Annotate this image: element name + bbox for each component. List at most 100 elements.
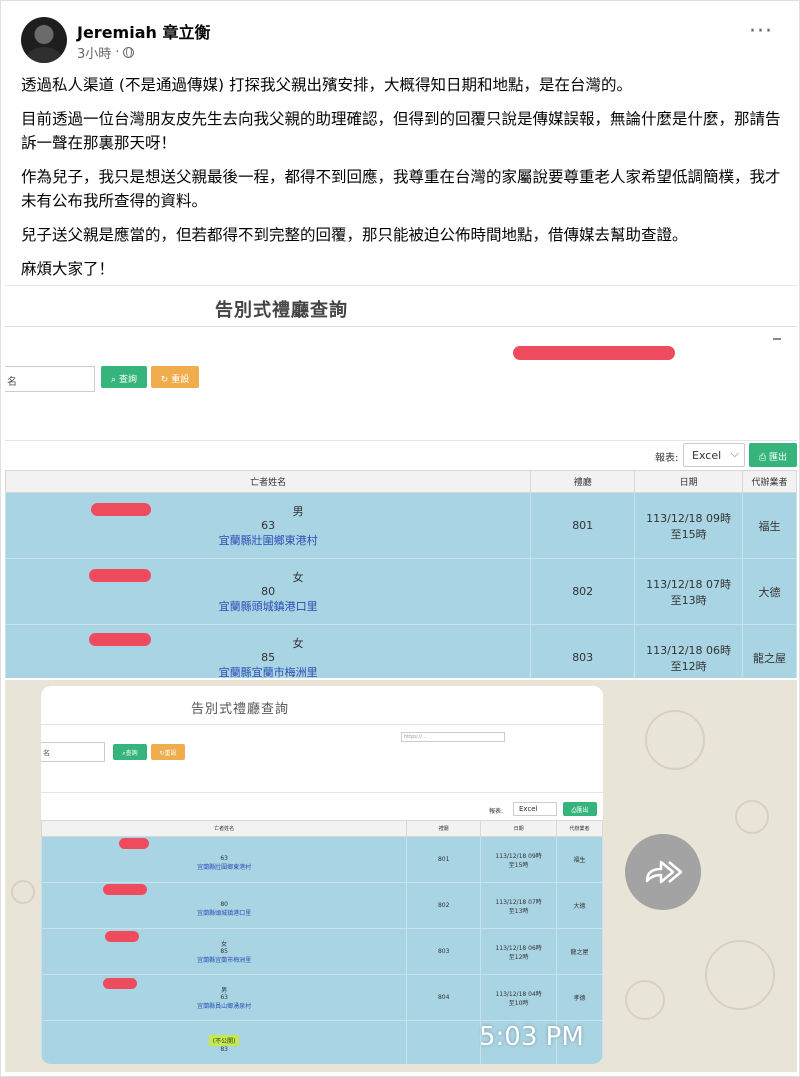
agent-cell: 福生 bbox=[556, 836, 603, 883]
hall-cell: 802 bbox=[530, 558, 636, 625]
redaction-mark bbox=[91, 503, 151, 516]
post-time[interactable]: 3小時 bbox=[77, 43, 111, 62]
url-bar: https://... bbox=[401, 732, 505, 742]
agent-cell: 龍之屋 bbox=[556, 928, 603, 975]
column-header: 代辦業者 bbox=[556, 820, 603, 837]
more-options-icon[interactable]: ··· bbox=[749, 21, 773, 43]
date-cell: 113/12/18 07時 bbox=[495, 898, 542, 906]
agent-cell: 大德 bbox=[742, 558, 797, 625]
post-text: 透過私人渠道 (不是通過傳媒) 打探我父親出殯安排，大概得知日期和地點，是在台灣… bbox=[21, 73, 781, 291]
author-name[interactable]: Jeremiah 章立衡 bbox=[77, 19, 210, 43]
column-header: 禮廳 bbox=[530, 470, 636, 493]
until-cell: 至15時 bbox=[508, 861, 529, 869]
until-cell: 至15時 bbox=[670, 527, 707, 541]
name-input[interactable]: 名 bbox=[5, 366, 95, 392]
forward-icon[interactable] bbox=[625, 834, 701, 910]
deceased-address[interactable]: 宜蘭縣頭城鎮港口里 bbox=[6, 598, 530, 614]
highlight-label: (不公開) bbox=[208, 1034, 240, 1046]
deceased-address[interactable]: 宜蘭縣壯圍鄉東港村 bbox=[42, 862, 406, 871]
deceased-sex: 女 bbox=[292, 637, 304, 650]
post-paragraph: 兒子送父親是應當的，但若都得不到完整的回覆，那只能被迫公佈時間地點，借傳媒去幫助… bbox=[21, 226, 688, 244]
date-cell: 113/12/18 06時 bbox=[646, 643, 732, 657]
hall-cell: 801 bbox=[406, 836, 482, 883]
export-button[interactable]: ⎙匯出 bbox=[563, 802, 597, 816]
deceased-sex: 男 bbox=[221, 987, 228, 994]
search-icon: ⌕ bbox=[111, 375, 119, 385]
deceased-age: 80 bbox=[220, 901, 228, 908]
hall-cell: 802 bbox=[406, 882, 482, 929]
redaction-mark bbox=[513, 346, 675, 360]
search-button[interactable]: ⌕查詢 bbox=[113, 744, 147, 760]
globe-icon bbox=[123, 47, 135, 58]
hall-cell: 804 bbox=[406, 974, 482, 1021]
redaction-mark bbox=[105, 931, 139, 942]
deceased-age: 85 bbox=[261, 651, 276, 664]
deceased-address[interactable]: 宜蘭縣壯圍鄉東港村 bbox=[6, 532, 530, 548]
redaction-mark bbox=[89, 633, 151, 646]
print-icon: ⎙ bbox=[758, 453, 770, 463]
collapse-icon[interactable] bbox=[773, 338, 781, 340]
page-title: 告別式禮廳查詢 bbox=[215, 300, 348, 321]
deceased-age: 63 bbox=[220, 994, 228, 1001]
deceased-address[interactable]: 宜蘭縣頭城鎮港口里 bbox=[42, 908, 406, 917]
name-input[interactable]: 名 bbox=[41, 742, 105, 762]
hall-cell: 801 bbox=[530, 492, 636, 559]
forward-arrow-glyph bbox=[645, 860, 683, 884]
message-timestamp: 5:03 PM bbox=[479, 1022, 584, 1052]
until-cell: 至12時 bbox=[670, 659, 707, 673]
redaction-mark bbox=[119, 838, 149, 849]
post-paragraph: 作為兒子，我只是想送父親最後一程，都得不到回應，我尊重在台灣的家屬說要尊重老人家… bbox=[21, 168, 781, 210]
deceased-age: 85 bbox=[220, 948, 228, 955]
redaction-mark bbox=[103, 884, 147, 895]
deceased-sex: 女 bbox=[221, 941, 228, 948]
redaction-mark bbox=[89, 569, 151, 582]
column-header: 日期 bbox=[480, 820, 558, 837]
export-label: 報表: bbox=[655, 453, 679, 464]
avatar[interactable] bbox=[21, 17, 67, 63]
agent-cell: 龍之屋 bbox=[742, 624, 797, 678]
post-paragraph: 麻煩大家了！ bbox=[21, 260, 115, 278]
reset-button[interactable]: ↻重設 bbox=[151, 744, 185, 760]
until-cell: 至10時 bbox=[508, 999, 529, 1007]
post-paragraph: 目前透過一位台灣朋友皮先生去向我父親的助理確認，但得到的回覆只說是傳媒誤報，無論… bbox=[21, 110, 781, 152]
deceased-age: 83 bbox=[220, 1045, 228, 1053]
attached-image-chat[interactable]: 告別式禮廳查詢 https://... 名 ⌕查詢 ↻重設 報表: Excel … bbox=[5, 680, 797, 1072]
export-button[interactable]: ⎙ 匯出 bbox=[749, 443, 797, 467]
post-paragraph: 透過私人渠道 (不是通過傳媒) 打探我父親出殯安排，大概得知日期和地點，是在台灣… bbox=[21, 76, 632, 94]
column-header: 亡者姓名 bbox=[5, 470, 532, 493]
export-format-select[interactable]: Excel bbox=[683, 443, 745, 467]
page-title: 告別式禮廳查詢 bbox=[191, 702, 290, 717]
date-cell: 113/12/18 09時 bbox=[646, 511, 732, 525]
deceased-address[interactable]: 宜蘭縣宜蘭市梅洲里 bbox=[42, 955, 406, 964]
post-meta: 3小時 · bbox=[77, 43, 135, 62]
until-cell: 至13時 bbox=[508, 907, 529, 915]
deceased-address[interactable]: 宜蘭縣員山鄉湧泉村 bbox=[42, 1001, 406, 1010]
deceased-sex: 男 bbox=[292, 505, 304, 518]
date-cell: 113/12/18 06時 bbox=[495, 944, 542, 952]
deceased-sex: 女 bbox=[292, 571, 304, 584]
facebook-post: Jeremiah 章立衡 3小時 · ··· 透過私人渠道 (不是通過傳媒) 打… bbox=[0, 0, 800, 1077]
date-cell: 113/12/18 07時 bbox=[646, 577, 732, 591]
hall-cell: 803 bbox=[530, 624, 636, 678]
column-header: 日期 bbox=[634, 470, 744, 493]
date-cell: 113/12/18 04時 bbox=[495, 990, 542, 998]
agent-cell: 福生 bbox=[742, 492, 797, 559]
reset-button[interactable]: ↻ 重設 bbox=[151, 366, 199, 388]
redaction-mark bbox=[103, 978, 137, 989]
agent-cell: 大德 bbox=[556, 882, 603, 929]
until-cell: 至12時 bbox=[508, 953, 529, 961]
until-cell: 至13時 bbox=[670, 593, 707, 607]
export-label: 報表: bbox=[489, 808, 504, 815]
deceased-age: 80 bbox=[261, 585, 276, 598]
export-format-select[interactable]: Excel bbox=[513, 802, 557, 816]
agent-cell: 孝德 bbox=[556, 974, 603, 1021]
refresh-icon: ↻ bbox=[160, 375, 172, 385]
column-header: 亡者姓名 bbox=[41, 820, 408, 837]
chat-image-bubble[interactable]: 告別式禮廳查詢 https://... 名 ⌕查詢 ↻重設 報表: Excel … bbox=[41, 686, 603, 1064]
hall-cell: 803 bbox=[406, 928, 482, 975]
column-header: 代辦業者 bbox=[742, 470, 797, 493]
deceased-address[interactable]: 宜蘭縣宜蘭市梅洲里 bbox=[6, 664, 530, 678]
deceased-age: 63 bbox=[220, 855, 228, 862]
attached-image-hall-query[interactable]: 告別式禮廳查詢 名 ⌕ 查詢 ↻ 重設 報表: Excel ⎙ 匯出 亡者姓名 … bbox=[5, 285, 797, 678]
search-button[interactable]: ⌕ 查詢 bbox=[101, 366, 147, 388]
